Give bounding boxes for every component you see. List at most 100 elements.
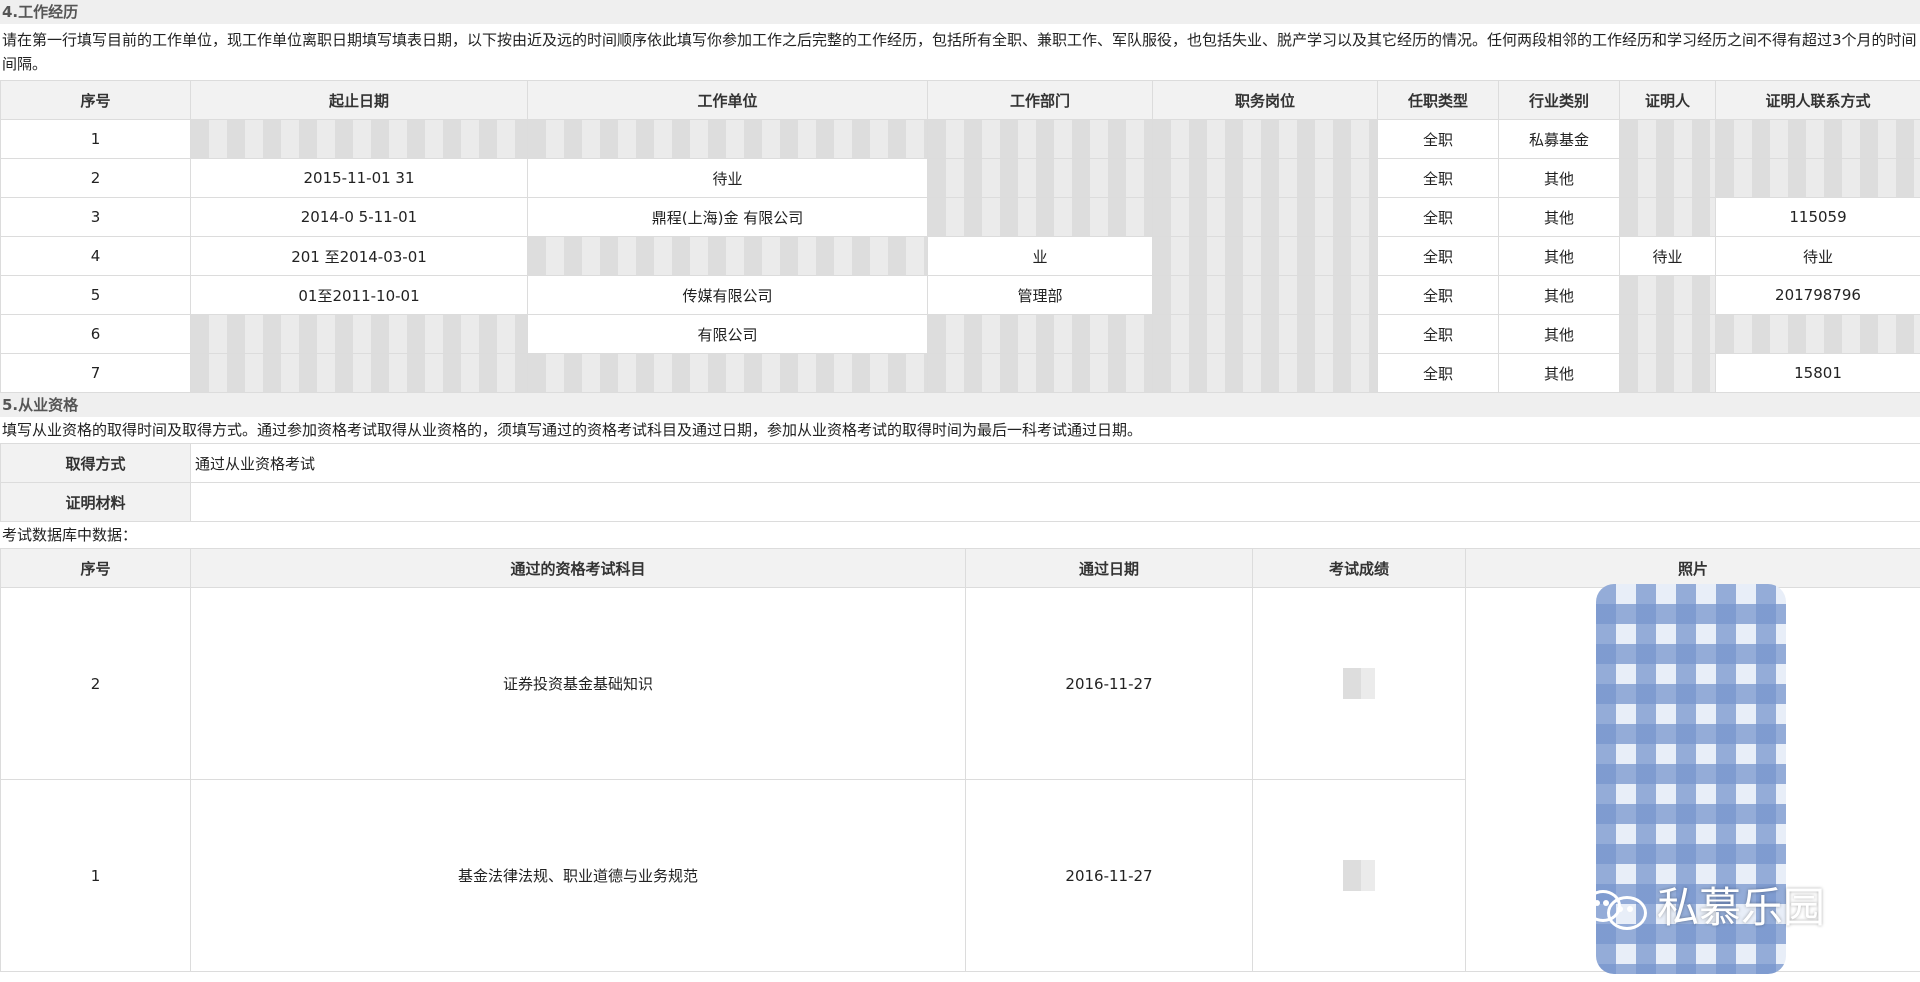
row-no: 6 [0, 314, 191, 354]
wechat-icon [1585, 882, 1647, 930]
header-no: 序号 [0, 80, 191, 120]
table-row: 4 201 至2014-03-01 业 全职 其他 待业 待业 [0, 236, 1920, 276]
row-dept: 管理部 [927, 275, 1153, 315]
exam-header-no: 序号 [0, 548, 191, 588]
row-position [1152, 236, 1378, 276]
header-contact: 证明人联系方式 [1715, 80, 1920, 120]
row-dept [927, 158, 1153, 198]
qual-section-header: 5.从业资格 [0, 393, 1920, 417]
header-type: 任职类型 [1377, 80, 1499, 120]
exam-row-no: 1 [0, 779, 191, 972]
row-type: 全职 [1377, 236, 1499, 276]
row-witness [1619, 353, 1716, 393]
table-row: 1 全职 私募基金 [0, 119, 1920, 159]
exam-row-subject: 证券投资基金基础知识 [190, 587, 966, 780]
row-no: 3 [0, 197, 191, 237]
row-witness [1619, 158, 1716, 198]
row-dept [927, 353, 1153, 393]
row-industry: 其他 [1498, 314, 1620, 354]
row-type: 全职 [1377, 275, 1499, 315]
row-industry: 私募基金 [1498, 119, 1620, 159]
row-type: 全职 [1377, 353, 1499, 393]
exam-header-score: 考试成绩 [1252, 548, 1466, 588]
work-section-header: 4.工作经历 [0, 0, 1920, 24]
material-value [190, 482, 1920, 522]
row-employer [527, 119, 928, 159]
row-no: 1 [0, 119, 191, 159]
row-type: 全职 [1377, 119, 1499, 159]
row-type: 全职 [1377, 314, 1499, 354]
watermark: 私慕乐园 [1585, 874, 1905, 934]
watermark-text: 私慕乐园 [1657, 882, 1826, 932]
exam-row-subject: 基金法律法规、职业道德与业务规范 [190, 779, 966, 972]
qualification-table: 取得方式 通过从业资格考试 证明材料 [0, 443, 1920, 522]
header-dept: 工作部门 [927, 80, 1153, 120]
row-witness [1619, 197, 1716, 237]
row-contact [1715, 314, 1920, 354]
row-industry: 其他 [1498, 275, 1620, 315]
row-date [190, 353, 528, 393]
exam-row-date: 2016-11-27 [965, 587, 1253, 780]
row-position [1152, 197, 1378, 237]
row-no: 5 [0, 275, 191, 315]
row-witness [1619, 314, 1716, 354]
row-witness [1619, 119, 1716, 159]
exam-header-subject: 通过的资格考试科目 [190, 548, 966, 588]
row-position [1152, 275, 1378, 315]
row-dept [927, 197, 1153, 237]
row-employer [527, 236, 928, 276]
row-dept [927, 119, 1153, 159]
table-row: 3 2014-0 5-11-01 鼎程(上海)金 有限公司 全职 其他 1150… [0, 197, 1920, 237]
header-employer: 工作单位 [527, 80, 928, 120]
work-section-description: 请在第一行填写目前的工作单位，现工作单位离职日期填写填表日期，以下按由近及远的时… [2, 31, 1917, 73]
row-employer: 有限公司 [527, 314, 928, 354]
row-witness [1619, 275, 1716, 315]
material-label: 证明材料 [0, 482, 191, 522]
row-contact: 待业 [1715, 236, 1920, 276]
row-position [1152, 353, 1378, 393]
row-position [1152, 158, 1378, 198]
header-position: 职务岗位 [1152, 80, 1378, 120]
exam-header-date: 通过日期 [965, 548, 1253, 588]
row-type: 全职 [1377, 197, 1499, 237]
exam-header-photo: 照片 [1465, 548, 1920, 588]
work-history-table: 序号 起止日期 工作单位 工作部门 职务岗位 任职类型 行业类别 证明人 证明人… [0, 80, 1920, 393]
row-type: 全职 [1377, 158, 1499, 198]
row-industry: 其他 [1498, 236, 1620, 276]
row-no: 2 [0, 158, 191, 198]
header-industry: 行业类别 [1498, 80, 1620, 120]
row-date [190, 119, 528, 159]
qual-section-description: 填写从业资格的取得时间及取得方式。通过参加资格考试取得从业资格的，须填写通过的资… [2, 421, 1143, 439]
method-label: 取得方式 [0, 443, 191, 483]
row-contact [1715, 119, 1920, 159]
table-row: 2 2015-11-01 31 待业 全职 其他 [0, 158, 1920, 198]
row-date: 2015-11-01 31 [190, 158, 528, 198]
row-date: 2014-0 5-11-01 [190, 197, 528, 237]
row-position [1152, 314, 1378, 354]
header-witness: 证明人 [1619, 80, 1716, 120]
row-date: 201 至2014-03-01 [190, 236, 528, 276]
row-employer [527, 353, 928, 393]
row-dept [927, 314, 1153, 354]
row-witness: 待业 [1619, 236, 1716, 276]
row-contact: 201798796 [1715, 275, 1920, 315]
row-industry: 其他 [1498, 353, 1620, 393]
row-dept: 业 [927, 236, 1153, 276]
method-value: 通过从业资格考试 [190, 443, 1920, 483]
row-date: 01至2011-10-01 [190, 275, 528, 315]
row-position [1152, 119, 1378, 159]
table-row: 6 有限公司 全职 其他 [0, 314, 1920, 354]
row-employer: 待业 [527, 158, 928, 198]
table-row: 2 证券投资基金基础知识 2016-11-27 [0, 584, 1920, 974]
row-employer: 鼎程(上海)金 有限公司 [527, 197, 928, 237]
exam-row-score [1252, 779, 1466, 972]
row-date [190, 314, 528, 354]
exam-row-score [1252, 587, 1466, 780]
row-industry: 其他 [1498, 197, 1620, 237]
row-contact: 115059 [1715, 197, 1920, 237]
exam-row-date: 2016-11-27 [965, 779, 1253, 972]
table-row: 7 全职 其他 15801 [0, 353, 1920, 393]
exam-db-caption: 考试数据库中数据： [2, 526, 138, 544]
header-date: 起止日期 [190, 80, 528, 120]
row-employer: 传媒有限公司 [527, 275, 928, 315]
